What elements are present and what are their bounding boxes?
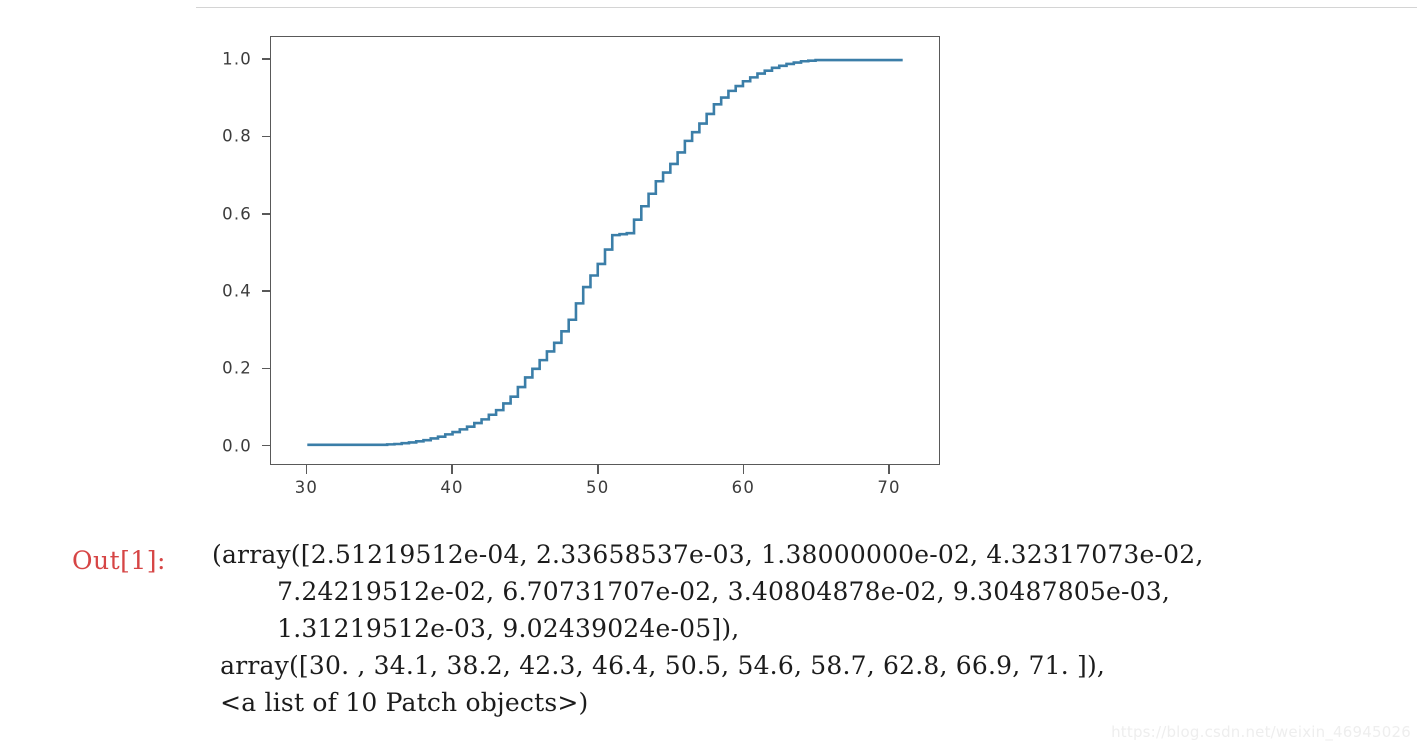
x-tick-label: 70: [877, 478, 901, 497]
y-tick-label: 0.4: [222, 281, 252, 301]
output-line: <a list of 10 Patch objects>): [212, 688, 589, 717]
plot-axes-frame: [270, 36, 940, 465]
x-tick-label: 30: [294, 478, 319, 497]
y-tick-label: 0.6: [222, 204, 252, 224]
output-line: (array([2.51219512e-04, 2.33658537e-03, …: [212, 540, 1204, 569]
out-prompt-label: Out[1]:: [72, 546, 166, 575]
y-tick-label: 1.0: [222, 49, 252, 69]
x-tick-mark: [742, 465, 745, 474]
x-tick-label: 40: [440, 478, 464, 497]
x-tick-mark: [451, 465, 453, 474]
cell-separator: [196, 7, 1417, 8]
x-tick-label: 50: [586, 478, 610, 497]
watermark: https://blog.csdn.net/weixin_46945026: [1111, 723, 1411, 741]
output-line: 7.24219512e-02, 6.70731707e-02, 3.408048…: [212, 577, 1171, 606]
x-tick-mark: [596, 465, 599, 474]
y-tick-label: 0.2: [222, 358, 252, 378]
output-text: (array([2.51219512e-04, 2.33658537e-03, …: [212, 536, 1204, 721]
x-tick-mark: [888, 465, 890, 474]
y-tick-label: 0.0: [222, 436, 252, 456]
output-line: 1.31219512e-03, 9.02439024e-05]),: [212, 614, 740, 643]
output-line: array([30. , 34.1, 38.2, 42.3, 46.4, 50.…: [212, 651, 1106, 680]
step-line: [307, 58, 903, 447]
cumulative-step-curve: [307, 58, 903, 447]
matplotlib-figure: 0.0 0.2 0.4 0.6 0.8 1.0 30 40 50 60 70: [0, 14, 1000, 519]
x-tick-label: 60: [731, 478, 756, 497]
x-tick-mark: [305, 465, 308, 474]
y-tick-label: 0.8: [222, 126, 252, 146]
